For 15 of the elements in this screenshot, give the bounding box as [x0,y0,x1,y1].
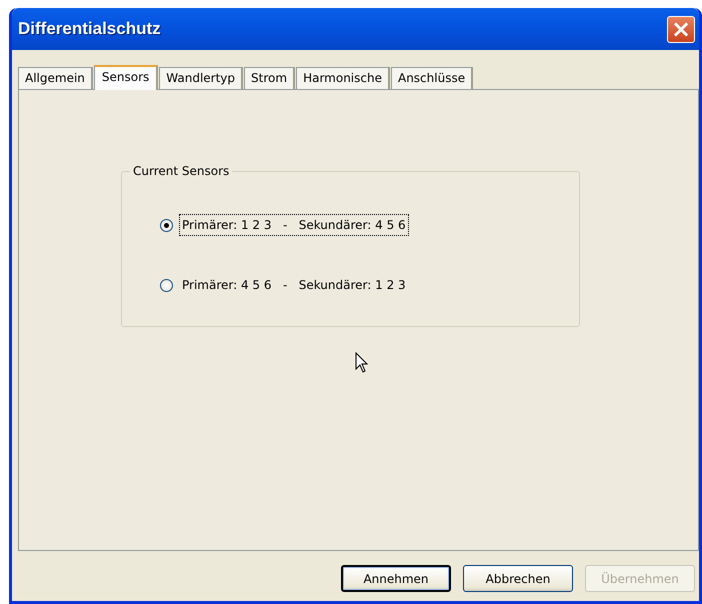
tab[interactable]: Harmonische [296,67,390,89]
radio-button[interactable] [160,218,173,232]
radio-label[interactable]: Primärer: 4 5 6 - Sekundärer: 1 2 3 [179,274,409,296]
tab[interactable]: Sensors [94,65,158,90]
pointer-icon [355,352,369,374]
radio-label[interactable]: Primärer: 1 2 3 - Sekundärer: 4 5 6 [179,214,409,236]
dialog-button[interactable]: Abbrechen [463,565,573,592]
radio-button[interactable] [160,278,173,292]
dialog-button[interactable]: Annehmen [341,565,451,592]
tab[interactable]: Anschlüsse [390,67,474,89]
window-title: Differentialschutz [18,18,161,40]
tab[interactable]: Strom [244,67,296,89]
tab[interactable]: Wandlertyp [159,67,244,89]
close-button[interactable]: × [667,16,695,42]
tab[interactable]: Allgemein [18,67,93,89]
